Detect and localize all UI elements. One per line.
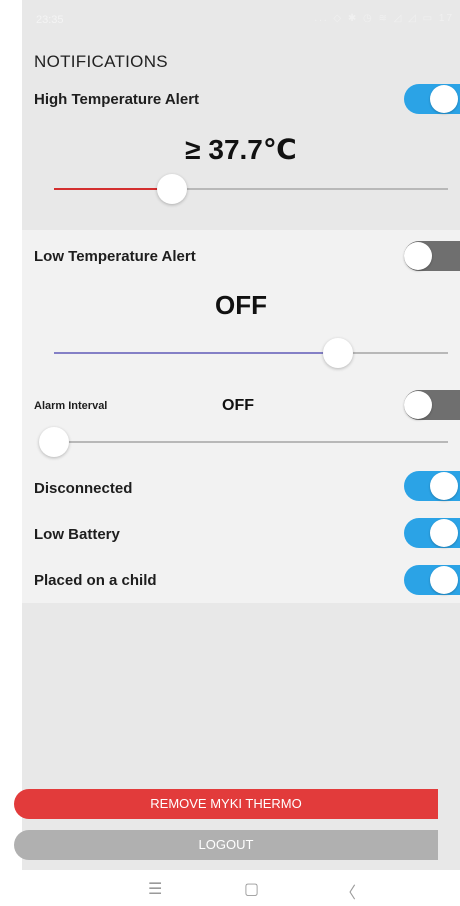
app-screen: 23:35 ... ◇ ✱ ◷ ≋ ◿ ◿ ▭ 17 NOTIFICATIONS…: [22, 0, 460, 870]
remove-device-button[interactable]: REMOVE MYKI THERMO: [14, 789, 438, 819]
alarm-interval-toggle[interactable]: [404, 390, 460, 420]
toggle-knob: [430, 566, 458, 594]
toggle-knob: [404, 391, 432, 419]
alarm-interval-slider-track: [54, 441, 448, 443]
low-temperature-label: Low Temperature Alert: [34, 248, 196, 265]
status-bar: 23:35 ... ◇ ✱ ◷ ≋ ◿ ◿ ▭ 17: [22, 0, 460, 44]
high-temperature-value: ≥ 37.7℃: [185, 134, 297, 165]
toggle-knob: [430, 519, 458, 547]
placed-on-child-toggle[interactable]: [404, 565, 460, 595]
back-icon[interactable]: 〈: [340, 879, 356, 903]
high-temperature-slider-fill: [54, 188, 173, 190]
status-icons: ... ◇ ✱ ◷ ≋ ◿ ◿ ▭ 17: [314, 13, 454, 24]
high-temperature-toggle[interactable]: [404, 84, 460, 114]
low-battery-label: Low Battery: [34, 526, 120, 543]
high-temperature-label: High Temperature Alert: [34, 91, 200, 108]
low-temperature-slider-fill: [54, 352, 338, 354]
disconnected-label: Disconnected: [34, 480, 133, 497]
home-icon[interactable]: ▢: [244, 879, 259, 899]
logout-button[interactable]: LOGOUT: [14, 830, 438, 860]
menu-icon[interactable]: ☰: [148, 879, 162, 899]
low-temperature-value: OFF: [215, 290, 267, 320]
low-battery-toggle[interactable]: [404, 518, 460, 548]
alarm-interval-label: Alarm Interval: [34, 400, 108, 412]
toggle-knob: [430, 85, 458, 113]
system-navbar: ☰ ▢ 〈: [0, 870, 460, 906]
alarm-interval-value: OFF: [222, 397, 254, 414]
high-temperature-slider-thumb[interactable]: [157, 174, 188, 204]
toggle-knob: [430, 472, 458, 500]
toggle-knob: [404, 242, 432, 270]
status-time: 23:35: [36, 14, 64, 26]
disconnected-toggle[interactable]: [404, 471, 460, 501]
placed-on-child-label: Placed on a child: [34, 572, 157, 589]
alarm-interval-slider-thumb[interactable]: [39, 427, 69, 457]
low-temperature-toggle[interactable]: [404, 241, 460, 271]
page-title: NOTIFICATIONS: [34, 52, 168, 71]
low-temperature-slider-thumb[interactable]: [322, 338, 353, 368]
